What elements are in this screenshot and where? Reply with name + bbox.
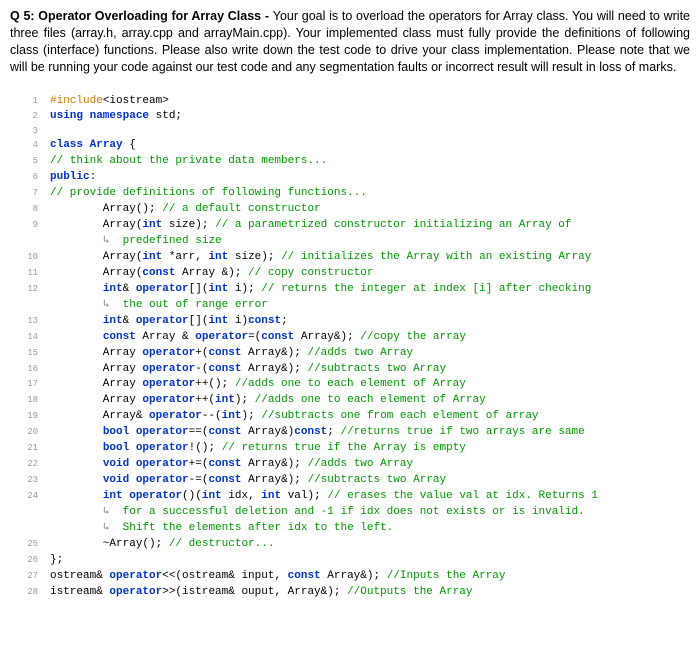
code-content: Array& operator--(int); //subtracts one … [50, 409, 539, 425]
line-number: 5 [16, 155, 38, 168]
line-number: 7 [16, 187, 38, 200]
line-number: 26 [16, 554, 38, 567]
code-content: Array(int *arr, int size); // initialize… [50, 250, 591, 266]
line-number: 19 [16, 410, 38, 423]
line-number: 18 [16, 394, 38, 407]
line-number: 2 [16, 110, 38, 123]
code-content: ↳ for a successful deletion and -1 if id… [50, 505, 585, 521]
code-line: 16 Array operator-(const Array&); //subt… [16, 362, 690, 378]
code-content: }; [50, 553, 63, 569]
code-line: ↳ the out of range error [16, 298, 690, 314]
question-text: Q 5: Operator Overloading for Array Clas… [10, 8, 690, 76]
line-number: 12 [16, 283, 38, 296]
line-number: 17 [16, 378, 38, 391]
line-number: 25 [16, 538, 38, 551]
line-number: 20 [16, 426, 38, 439]
code-line: 19 Array& operator--(int); //subtracts o… [16, 409, 690, 425]
code-line: 27 ostream& operator<<(ostream& input, co… [16, 569, 690, 585]
code-content: bool operator!(); // returns true if the… [50, 441, 466, 457]
code-line: ↳ Shift the elements after idx to the le… [16, 521, 690, 537]
code-content: Array operator-(const Array&); //subtrac… [50, 362, 446, 378]
code-line: 5 // think about the private data members… [16, 154, 690, 170]
code-content: int operator()(int idx, int val); // era… [50, 489, 598, 505]
code-content: // think about the private data members.… [50, 154, 327, 170]
code-line: 6 public: [16, 170, 690, 186]
code-line: 9 Array(int size); // a parametrized con… [16, 218, 690, 234]
line-number: 28 [16, 586, 38, 599]
code-line: ↳ for a successful deletion and -1 if id… [16, 505, 690, 521]
line-number: 15 [16, 347, 38, 360]
code-line: 2 using namespace std; [16, 109, 690, 125]
code-content: public: [50, 170, 96, 186]
code-content: #include<iostream> [50, 94, 169, 110]
line-number: 24 [16, 490, 38, 503]
line-number: 21 [16, 442, 38, 455]
code-content: using namespace std; [50, 109, 182, 125]
line-number: 6 [16, 171, 38, 184]
code-line: 4 class Array { [16, 138, 690, 154]
code-content: Array operator+(const Array&); //adds tw… [50, 346, 413, 362]
code-content: void operator-=(const Array&); //subtrac… [50, 473, 446, 489]
code-line: 3 [16, 125, 690, 138]
line-number: 9 [16, 219, 38, 232]
code-line: 28 istream& operator>>(istream& ouput, Ar… [16, 585, 690, 601]
line-number: 16 [16, 363, 38, 376]
code-line: 1 #include<iostream> [16, 94, 690, 110]
code-block: 1 #include<iostream> 2 using namespace std;… [10, 90, 690, 605]
code-line: ↳ predefined size [16, 234, 690, 250]
code-content: ↳ Shift the elements after idx to the le… [50, 521, 393, 537]
code-content: const Array & operator=(const Array&); /… [50, 330, 466, 346]
code-line: 25 ~Array(); // destructor... [16, 537, 690, 553]
line-number: 4 [16, 139, 38, 152]
line-number: 22 [16, 458, 38, 471]
code-line: 8 Array(); // a default constructor [16, 202, 690, 218]
code-line: 21 bool operator!(); // returns true if … [16, 441, 690, 457]
code-line: 13 int& operator[](int i)const; [16, 314, 690, 330]
code-line: 10 Array(int *arr, int size); // initial… [16, 250, 690, 266]
code-line: 18 Array operator++(int); //adds one to … [16, 393, 690, 409]
code-line: 11 Array(const Array &); // copy constru… [16, 266, 690, 282]
code-content: Array(int size); // a parametrized const… [50, 218, 572, 234]
question-label: Q 5: Operator Overloading for Array Clas… [10, 9, 273, 23]
code-content: ~Array(); // destructor... [50, 537, 274, 553]
code-content: void operator+=(const Array&); //adds tw… [50, 457, 413, 473]
code-content: class Array { [50, 138, 136, 154]
code-line: 24 int operator()(int idx, int val); // … [16, 489, 690, 505]
line-number: 27 [16, 570, 38, 583]
code-content: ↳ the out of range error [50, 298, 268, 314]
code-content: Array(const Array &); // copy constructo… [50, 266, 373, 282]
line-number: 23 [16, 474, 38, 487]
code-content: Array operator++(int); //adds one to eac… [50, 393, 486, 409]
code-line: 15 Array operator+(const Array&); //adds… [16, 346, 690, 362]
code-content: int& operator[](int i)const; [50, 314, 288, 330]
code-content: bool operator==(const Array&)const; //re… [50, 425, 585, 441]
code-line: 23 void operator-=(const Array&); //subt… [16, 473, 690, 489]
line-number: 8 [16, 203, 38, 216]
code-content: istream& operator>>(istream& ouput, Arra… [50, 585, 473, 601]
code-content: // provide definitions of following func… [50, 186, 367, 202]
code-line: 26}; [16, 553, 690, 569]
code-line: 17 Array operator++(); //adds one to eac… [16, 377, 690, 393]
line-number: 14 [16, 331, 38, 344]
code-content: Array(); // a default constructor [50, 202, 321, 218]
code-line: 12 int& operator[](int i); // returns th… [16, 282, 690, 298]
code-line: 20 bool operator==(const Array&)const; /… [16, 425, 690, 441]
code-content: int& operator[](int i); // returns the i… [50, 282, 591, 298]
code-content: Array operator++(); //adds one to each e… [50, 377, 466, 393]
code-line: 14 const Array & operator=(const Array&)… [16, 330, 690, 346]
code-line: 7 // provide definitions of following fun… [16, 186, 690, 202]
line-number: 3 [16, 125, 38, 138]
line-number: 10 [16, 251, 38, 264]
code-line: 22 void operator+=(const Array&); //adds… [16, 457, 690, 473]
code-content: ↳ predefined size [50, 234, 222, 250]
code-content: ostream& operator<<(ostream& input, cons… [50, 569, 506, 585]
line-number: 1 [16, 95, 38, 108]
line-number: 11 [16, 267, 38, 280]
line-number: 13 [16, 315, 38, 328]
